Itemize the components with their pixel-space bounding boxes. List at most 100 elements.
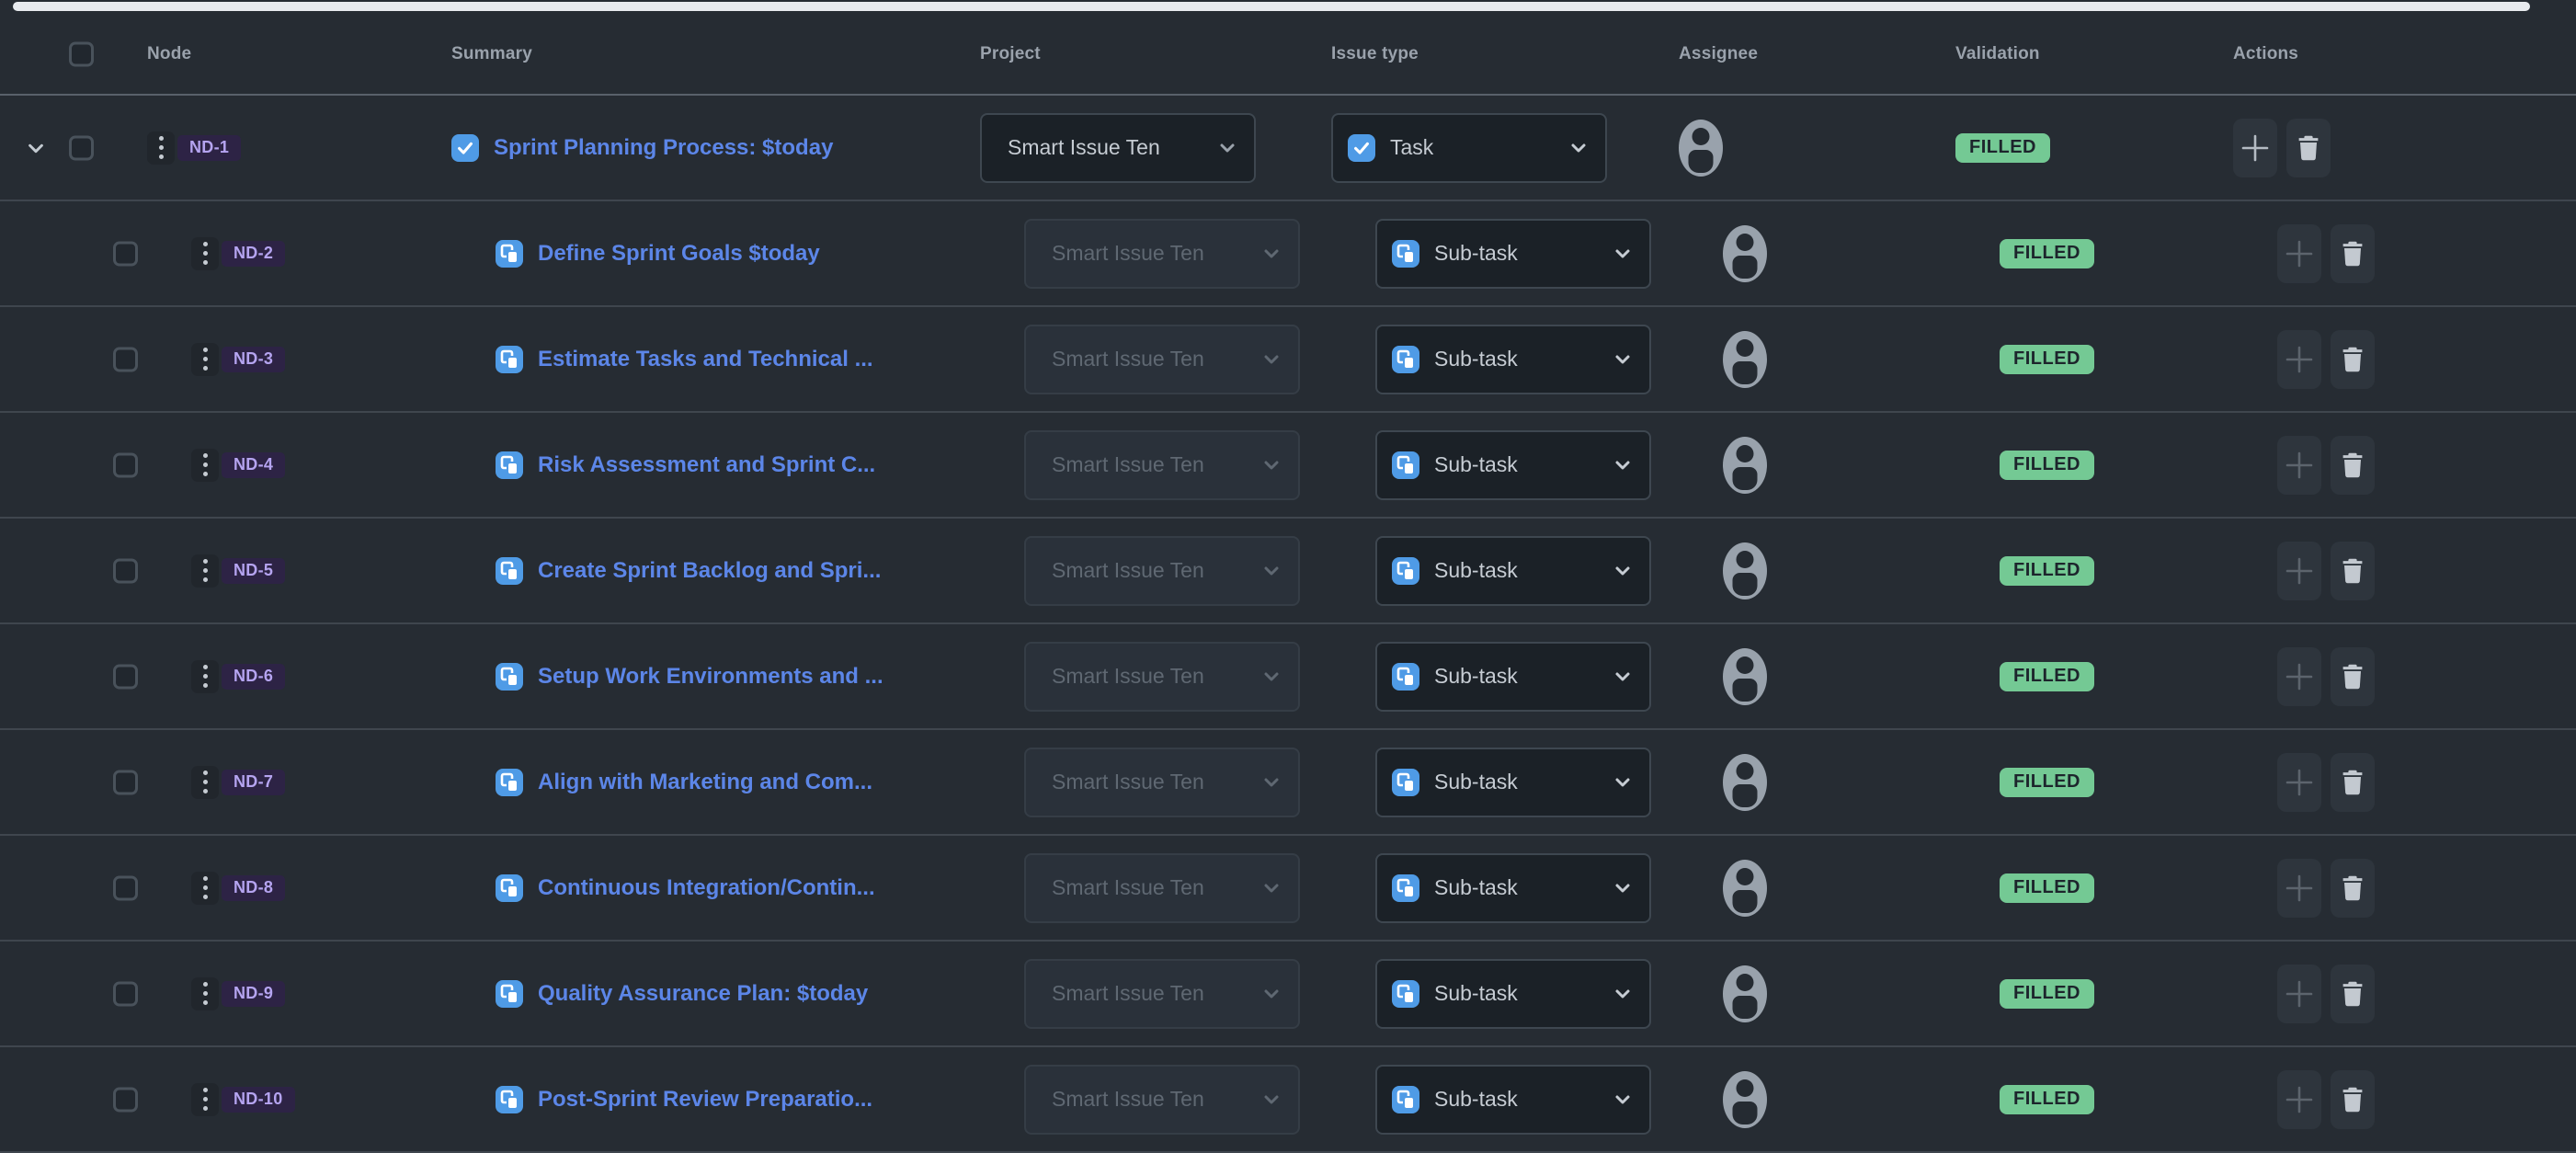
issue-template-table: Node Summary Project Issue type Assignee… — [0, 0, 2576, 1153]
drag-handle-icon[interactable] — [191, 554, 219, 588]
node-key-badge: ND-2 — [222, 241, 285, 267]
user-avatar-icon[interactable] — [1723, 965, 1767, 1022]
drag-handle-icon[interactable] — [191, 872, 219, 905]
project-select[interactable]: Smart Issue Ten — [1024, 748, 1300, 817]
add-child-button[interactable] — [2277, 1070, 2321, 1129]
subtask-icon — [1392, 240, 1419, 268]
drag-handle-icon[interactable] — [191, 237, 219, 270]
project-select[interactable]: Smart Issue Ten — [1024, 430, 1300, 500]
drag-handle-icon[interactable] — [191, 660, 219, 693]
summary-link[interactable]: Sprint Planning Process: $today — [494, 135, 833, 161]
row-checkbox[interactable] — [113, 347, 138, 371]
issue-type-select[interactable]: Sub-task — [1375, 1065, 1651, 1135]
select-all-checkbox[interactable] — [69, 42, 94, 67]
table-row: ND-4 Risk Assessment and S — [0, 413, 2576, 519]
delete-row-button[interactable] — [2286, 119, 2331, 177]
row-checkbox[interactable] — [113, 981, 138, 1006]
project-select[interactable]: Smart Issue Ten — [1024, 325, 1300, 394]
task-checkbox-icon — [451, 134, 479, 162]
user-avatar-icon[interactable] — [1723, 437, 1767, 494]
row-checkbox[interactable] — [113, 1087, 138, 1112]
project-select[interactable]: Smart Issue Ten — [980, 113, 1256, 183]
row-checkbox[interactable] — [113, 664, 138, 689]
add-child-button[interactable] — [2277, 436, 2321, 495]
drag-handle-icon[interactable] — [191, 343, 219, 376]
project-select[interactable]: Smart Issue Ten — [1024, 219, 1300, 289]
delete-row-button[interactable] — [2331, 859, 2375, 918]
issue-type-select-value: Task — [1390, 135, 1557, 160]
column-header-summary: Summary — [451, 44, 532, 64]
row-checkbox[interactable] — [113, 770, 138, 794]
delete-row-button[interactable] — [2331, 436, 2375, 495]
delete-row-button[interactable] — [2331, 224, 2375, 283]
user-avatar-icon[interactable] — [1723, 542, 1767, 599]
add-child-button[interactable] — [2277, 542, 2321, 600]
subtask-icon — [1392, 980, 1419, 1008]
summary-link[interactable]: Define Sprint Goals $today — [538, 241, 820, 267]
trash-icon — [2340, 769, 2365, 796]
drag-handle-icon[interactable] — [191, 1083, 219, 1116]
add-child-button[interactable] — [2277, 753, 2321, 812]
issue-type-select[interactable]: Task — [1331, 113, 1607, 183]
delete-row-button[interactable] — [2331, 753, 2375, 812]
user-avatar-icon[interactable] — [1723, 331, 1767, 388]
plus-icon — [2240, 133, 2270, 163]
summary-link[interactable]: Align with Marketing and Com... — [538, 770, 872, 795]
delete-row-button[interactable] — [2331, 647, 2375, 706]
project-select[interactable]: Smart Issue Ten — [1024, 642, 1300, 712]
drag-handle-icon[interactable] — [191, 977, 219, 1010]
summary-link[interactable]: Create Sprint Backlog and Spri... — [538, 558, 881, 584]
delete-row-button[interactable] — [2331, 330, 2375, 389]
node-key-badge: ND-8 — [222, 875, 285, 901]
user-avatar-icon[interactable] — [1723, 648, 1767, 705]
project-select[interactable]: Smart Issue Ten — [1024, 959, 1300, 1029]
row-checkbox[interactable] — [113, 558, 138, 583]
add-child-button[interactable] — [2277, 965, 2321, 1023]
add-child-button[interactable] — [2277, 647, 2321, 706]
row-checkbox[interactable] — [113, 875, 138, 900]
delete-row-button[interactable] — [2331, 1070, 2375, 1129]
summary-link[interactable]: Continuous Integration/Contin... — [538, 875, 875, 901]
subtask-icon — [496, 240, 523, 268]
trash-icon — [2340, 557, 2365, 585]
summary-link[interactable]: Risk Assessment and Sprint C... — [538, 452, 875, 478]
drag-handle-icon[interactable] — [147, 131, 175, 165]
project-select[interactable]: Smart Issue Ten — [1024, 536, 1300, 606]
issue-type-select[interactable]: Sub-task — [1375, 642, 1651, 712]
user-avatar-icon[interactable] — [1679, 120, 1723, 177]
chevron-down-icon[interactable] — [26, 136, 50, 160]
user-avatar-icon[interactable] — [1723, 860, 1767, 917]
row-checkbox[interactable] — [113, 452, 138, 477]
delete-row-button[interactable] — [2331, 542, 2375, 600]
subtask-icon — [496, 1086, 523, 1113]
summary-link[interactable]: Quality Assurance Plan: $today — [538, 981, 868, 1007]
summary-link[interactable]: Post-Sprint Review Preparatio... — [538, 1087, 872, 1113]
add-child-button[interactable] — [2277, 330, 2321, 389]
project-select-value: Smart Issue Ten — [1052, 558, 1250, 583]
chevron-down-icon — [1263, 459, 1280, 472]
issue-type-select[interactable]: Sub-task — [1375, 325, 1651, 394]
issue-type-select[interactable]: Sub-task — [1375, 959, 1651, 1029]
issue-type-select[interactable]: Sub-task — [1375, 748, 1651, 817]
project-select[interactable]: Smart Issue Ten — [1024, 853, 1300, 923]
summary-link[interactable]: Estimate Tasks and Technical ... — [538, 347, 873, 372]
user-avatar-icon[interactable] — [1723, 225, 1767, 282]
issue-type-select-value: Sub-task — [1434, 241, 1601, 266]
drag-handle-icon[interactable] — [191, 449, 219, 482]
issue-type-select[interactable]: Sub-task — [1375, 430, 1651, 500]
project-select[interactable]: Smart Issue Ten — [1024, 1065, 1300, 1135]
add-child-button[interactable] — [2233, 119, 2277, 177]
issue-type-select[interactable]: Sub-task — [1375, 219, 1651, 289]
issue-type-select[interactable]: Sub-task — [1375, 853, 1651, 923]
drag-handle-icon[interactable] — [191, 766, 219, 799]
summary-link[interactable]: Setup Work Environments and ... — [538, 664, 883, 690]
chevron-down-icon — [1614, 247, 1631, 260]
add-child-button[interactable] — [2277, 224, 2321, 283]
user-avatar-icon[interactable] — [1723, 754, 1767, 811]
row-checkbox[interactable] — [113, 241, 138, 266]
user-avatar-icon[interactable] — [1723, 1071, 1767, 1128]
issue-type-select[interactable]: Sub-task — [1375, 536, 1651, 606]
add-child-button[interactable] — [2277, 859, 2321, 918]
row-checkbox[interactable] — [69, 135, 94, 160]
delete-row-button[interactable] — [2331, 965, 2375, 1023]
